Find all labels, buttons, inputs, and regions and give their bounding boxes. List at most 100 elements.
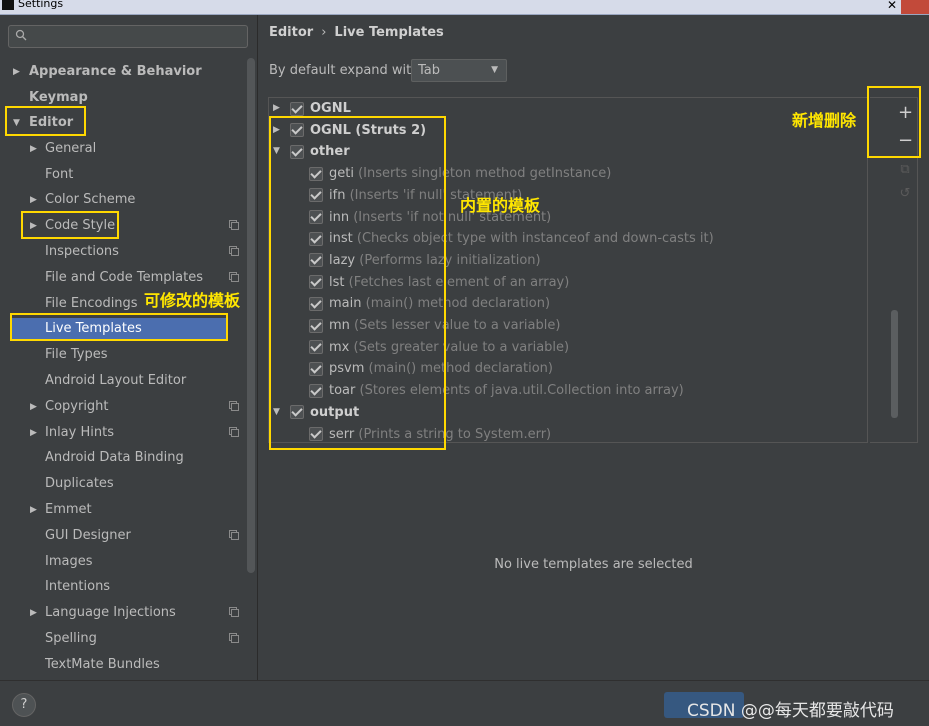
- checkbox-checked-icon[interactable]: [309, 188, 323, 203]
- checkbox-checked-icon[interactable]: [309, 427, 323, 441]
- add-template-button[interactable]: +: [898, 102, 913, 123]
- checkbox-checked-icon[interactable]: [309, 361, 323, 376]
- checkbox-checked-icon[interactable]: [290, 405, 304, 420]
- sidebar-item-textmate-bundles[interactable]: TextMate Bundles: [45, 654, 160, 676]
- checkbox-checked-icon[interactable]: [290, 101, 304, 116]
- sidebar-item-label: Intentions: [45, 579, 111, 594]
- sidebar-item-code-style[interactable]: Code Style: [45, 215, 115, 237]
- template-item[interactable]: main (main() method declaration): [309, 293, 550, 315]
- template-group[interactable]: output: [290, 402, 359, 424]
- checkbox-checked-icon[interactable]: [309, 166, 323, 181]
- expand-arrow-right-icon[interactable]: ▶: [30, 215, 37, 237]
- project-scope-icon: [229, 401, 239, 411]
- sidebar-item-inlay-hints[interactable]: Inlay Hints: [45, 422, 114, 444]
- close-icon[interactable]: ✕: [887, 0, 897, 12]
- sidebar-item-font[interactable]: Font: [45, 164, 73, 186]
- sidebar-item-emmet[interactable]: Emmet: [45, 499, 92, 521]
- sidebar-item-intentions[interactable]: Intentions: [45, 576, 110, 598]
- expand-arrow-down-icon[interactable]: ▼: [13, 112, 20, 134]
- template-item[interactable]: inst (Checks object type with instanceof…: [309, 228, 714, 250]
- checkbox-checked-icon[interactable]: [309, 275, 323, 290]
- expand-label: By default expand with: [269, 63, 420, 78]
- expand-arrow-right-icon[interactable]: ▶: [13, 61, 20, 83]
- remove-template-button[interactable]: −: [898, 130, 913, 151]
- sidebar-item-label: Code Style: [45, 218, 116, 233]
- template-abbreviation: main: [329, 296, 362, 312]
- sidebar-item-file-types[interactable]: File Types: [45, 344, 108, 366]
- checkbox-checked-icon[interactable]: [309, 231, 323, 246]
- checkbox-checked-icon[interactable]: [309, 253, 323, 268]
- sidebar-item-images[interactable]: Images: [45, 551, 93, 573]
- checkbox-checked-icon[interactable]: [290, 144, 304, 159]
- expand-arrow-right-icon[interactable]: ▶: [30, 138, 37, 160]
- template-description: (Inserts singleton method getInstance): [358, 166, 612, 182]
- template-abbreviation: geti: [329, 166, 354, 182]
- project-scope-icon: [229, 272, 239, 282]
- template-item[interactable]: toar (Stores elements of java.util.Colle…: [309, 380, 684, 402]
- expand-arrow-right-icon[interactable]: ▶: [30, 602, 37, 624]
- sidebar-item-duplicates[interactable]: Duplicates: [45, 473, 114, 495]
- sidebar-item-label: File Encodings: [45, 296, 138, 311]
- sidebar-item-gui-designer[interactable]: GUI Designer: [45, 525, 131, 547]
- settings-sidebar: Appearance & Behavior ▶ Keymap Editor ▼ Gener…: [0, 15, 258, 680]
- sidebar-item-live-templates[interactable]: Live Templates: [12, 318, 228, 340]
- template-item[interactable]: mn (Sets lesser value to a variable): [309, 315, 560, 337]
- expand-select[interactable]: Tab ▼: [411, 59, 507, 82]
- template-item[interactable]: mx (Sets greater value to a variable): [309, 337, 569, 359]
- sidebar-item-android-data-binding[interactable]: Android Data Binding: [45, 447, 184, 469]
- sidebar-item-keymap[interactable]: Keymap: [29, 87, 88, 109]
- sidebar-item-color-scheme[interactable]: Color Scheme: [45, 189, 135, 211]
- template-item[interactable]: lazy (Performs lazy initialization): [309, 250, 541, 272]
- sidebar-item-label: Live Templates: [45, 321, 142, 336]
- project-scope-icon: [229, 607, 239, 617]
- expand-arrow-right-icon[interactable]: ▶: [30, 396, 37, 418]
- expand-arrow-down-icon[interactable]: ▼: [273, 146, 280, 156]
- checkbox-checked-icon[interactable]: [309, 383, 323, 398]
- title-bar: Settings ✕: [0, 0, 929, 15]
- templates-tree: ▶ OGNL ▶ OGNL (Struts 2) ▼ other geti (Inserts…: [268, 97, 898, 446]
- sidebar-item-general[interactable]: General: [45, 138, 96, 160]
- breadcrumb-parent[interactable]: Editor: [269, 25, 313, 40]
- template-group[interactable]: OGNL: [290, 98, 351, 120]
- expand-arrow-right-icon[interactable]: ▶: [30, 189, 37, 211]
- sidebar-scrollbar[interactable]: [247, 58, 255, 573]
- checkbox-checked-icon[interactable]: [309, 318, 323, 333]
- checkbox-checked-icon[interactable]: [309, 340, 323, 355]
- restore-icon[interactable]: ↺: [898, 186, 912, 201]
- checkbox-checked-icon[interactable]: [290, 123, 304, 138]
- sidebar-item-language-injections[interactable]: Language Injections: [45, 602, 176, 624]
- sidebar-item-label: Spelling: [45, 631, 97, 646]
- sidebar-item-file-encodings[interactable]: File Encodings: [45, 293, 138, 315]
- sidebar-item-file-and-code-templates[interactable]: File and Code Templates: [45, 267, 203, 289]
- template-abbreviation: serr: [329, 426, 355, 442]
- sidebar-item-appearance-behavior[interactable]: Appearance & Behavior: [29, 61, 202, 83]
- template-group[interactable]: OGNL (Struts 2): [290, 120, 426, 142]
- help-button[interactable]: ?: [12, 693, 36, 717]
- checkbox-checked-icon[interactable]: [309, 296, 323, 311]
- template-item[interactable]: psvm (main() method declaration): [309, 358, 553, 380]
- template-item[interactable]: serr (Prints a string to System.err): [309, 424, 551, 446]
- expand-arrow-right-icon[interactable]: ▶: [273, 125, 280, 135]
- expand-arrow-right-icon[interactable]: ▶: [273, 103, 280, 113]
- sidebar-item-copyright[interactable]: Copyright: [45, 396, 109, 418]
- expand-arrow-down-icon[interactable]: ▼: [273, 407, 280, 417]
- expand-arrow-right-icon[interactable]: ▶: [30, 422, 37, 444]
- template-group[interactable]: other: [290, 141, 350, 163]
- sidebar-item-label: Inlay Hints: [45, 425, 114, 440]
- sidebar-item-android-layout-editor[interactable]: Android Layout Editor: [45, 370, 186, 392]
- template-item[interactable]: lst (Fetches last element of an array): [309, 272, 569, 294]
- search-input[interactable]: [8, 25, 248, 48]
- template-group-name: output: [310, 404, 360, 420]
- sidebar-item-label: Editor: [29, 115, 74, 130]
- sidebar-item-inspections[interactable]: Inspections: [45, 241, 119, 263]
- window-close-button[interactable]: [901, 0, 929, 14]
- sidebar-item-editor[interactable]: Editor: [29, 112, 73, 134]
- copy-icon[interactable]: ⧉: [898, 162, 912, 177]
- checkbox-checked-icon[interactable]: [309, 210, 323, 224]
- sidebar-item-label: File and Code Templates: [45, 270, 203, 285]
- window-title: Settings: [18, 0, 64, 10]
- sidebar-item-spelling[interactable]: Spelling: [45, 628, 97, 650]
- project-scope-icon: [229, 220, 239, 230]
- expand-arrow-right-icon[interactable]: ▶: [30, 499, 37, 521]
- template-item[interactable]: geti (Inserts singleton method getInstan…: [309, 163, 611, 185]
